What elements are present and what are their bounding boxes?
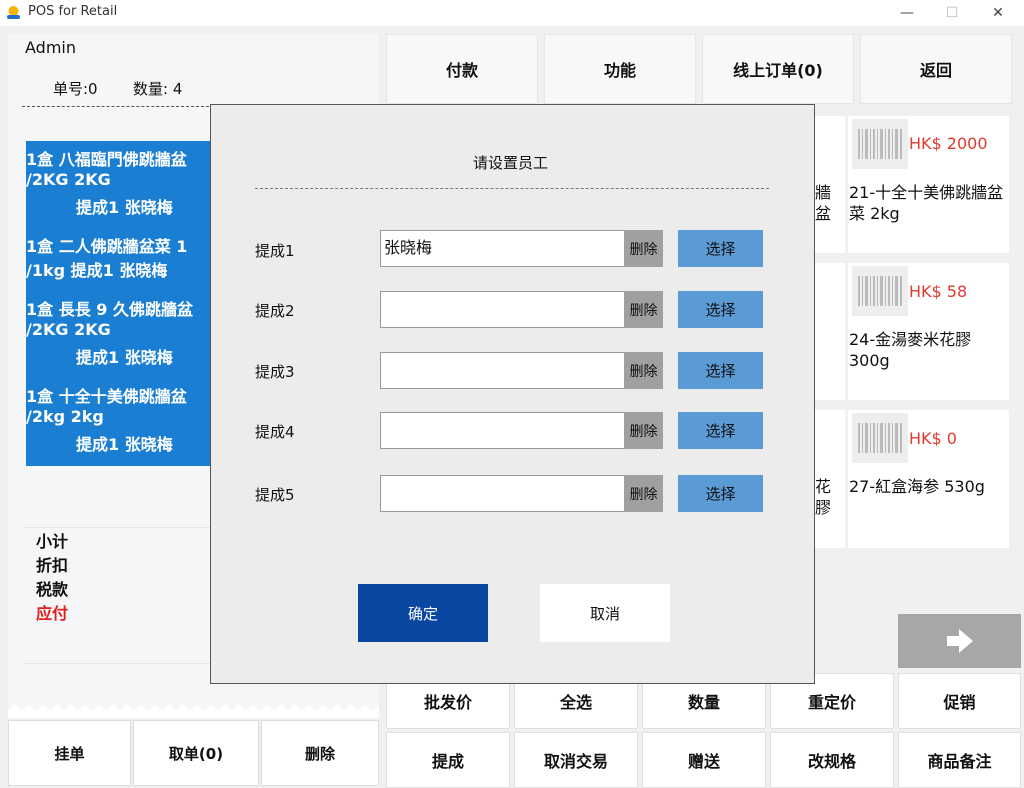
barcode-icon (852, 266, 908, 316)
next-page-button[interactable] (898, 614, 1021, 668)
commission-3-select-button[interactable]: 选择 (678, 352, 763, 389)
cancel-transaction-button[interactable]: 取消交易 (514, 732, 638, 788)
barcode-icon (852, 119, 908, 169)
dialog-title: 请设置员工 (473, 154, 549, 172)
item-line: /2KG 2KG (26, 170, 111, 189)
set-staff-dialog (210, 104, 815, 684)
commission-5-delete-button[interactable]: 删除 (624, 475, 663, 512)
product-name: 21-十全十美佛跳牆盆菜 2kg (849, 183, 1004, 223)
item-line: 提成1 张晓梅 (76, 348, 173, 367)
commission-button[interactable]: 提成 (386, 732, 510, 788)
product-name: 花膠 (815, 477, 832, 517)
gift-button[interactable]: 赠送 (642, 732, 766, 788)
retrieve-order-button[interactable]: 取单(0) (133, 720, 259, 786)
item-line: /1kg 提成1 张晓梅 (26, 261, 168, 280)
back-button[interactable]: 返回 (860, 34, 1012, 104)
item-line: 1盒 十全十美佛跳牆盆 (26, 387, 187, 406)
commission-5-input[interactable] (380, 475, 626, 512)
commission-3-input[interactable] (380, 352, 626, 389)
product-card-partial[interactable]: 花膠 (815, 410, 845, 548)
commission-1-delete-button[interactable]: 删除 (624, 230, 663, 267)
commission-1-label: 提成1 (255, 242, 295, 260)
order-items-list[interactable]: 1盒 八福臨門佛跳牆盆 /2KG 2KG 提成1 张晓梅 1盒 二人佛跳牆盆菜 … (26, 141, 216, 466)
commission-2-input[interactable] (380, 291, 626, 328)
arrow-right-icon (946, 629, 973, 653)
totals-summary: 小计 折扣 税款 应付 (36, 530, 68, 626)
commission-4-select-button[interactable]: 选择 (678, 412, 763, 449)
product-card-partial[interactable]: 牆盆 (815, 116, 845, 253)
product-name: 24-金湯麥米花膠 300g (849, 330, 972, 370)
pay-button[interactable]: 付款 (386, 34, 538, 104)
commission-5-select-button[interactable]: 选择 (678, 475, 763, 512)
product-card[interactable]: HK$ 0 27-紅盒海参 530g (848, 410, 1009, 548)
confirm-button[interactable]: 确定 (358, 584, 488, 642)
commission-1-input[interactable]: 张晓梅 (380, 230, 626, 267)
product-card-partial[interactable] (815, 263, 845, 400)
receipt-edge (8, 704, 379, 718)
item-line: 1盒 二人佛跳牆盆菜 1 (26, 237, 188, 256)
change-spec-button[interactable]: 改规格 (770, 732, 894, 788)
commission-4-input[interactable] (380, 412, 626, 449)
product-price: HK$ 0 (909, 429, 957, 448)
online-orders-button[interactable]: 线上订单(0) (702, 34, 854, 104)
product-name: 27-紅盒海参 530g (849, 477, 985, 496)
hold-order-button[interactable]: 挂单 (8, 720, 131, 786)
commission-2-label: 提成2 (255, 302, 295, 320)
commission-3-delete-button[interactable]: 删除 (624, 352, 663, 389)
close-button[interactable]: ✕ (983, 3, 1013, 23)
item-quantity: 数量: 4 (133, 80, 183, 98)
item-line: 提成1 张晓梅 (76, 198, 173, 217)
delete-button[interactable]: 删除 (261, 720, 379, 786)
payable-label: 应付 (36, 604, 69, 623)
commission-1-select-button[interactable]: 选择 (678, 230, 763, 267)
cancel-button[interactable]: 取消 (540, 584, 670, 642)
product-price: HK$ 58 (909, 282, 968, 301)
user-name: Admin (25, 38, 76, 57)
product-name: 牆盆 (815, 183, 832, 223)
order-number: 单号:0 (53, 80, 98, 98)
promotion-button[interactable]: 促销 (898, 673, 1021, 729)
minimize-button[interactable]: — (892, 3, 922, 23)
subtotal-label: 小计 (36, 532, 69, 551)
product-note-button[interactable]: 商品备注 (898, 732, 1021, 788)
item-line: 1盒 八福臨門佛跳牆盆 (26, 150, 187, 169)
commission-5-label: 提成5 (255, 486, 295, 504)
item-line: /2KG 2KG (26, 320, 111, 339)
commission-4-delete-button[interactable]: 删除 (624, 412, 663, 449)
item-line: 提成1 张晓梅 (76, 435, 173, 454)
commission-2-select-button[interactable]: 选择 (678, 291, 763, 328)
commission-3-label: 提成3 (255, 363, 295, 381)
item-line: 1盒 長長 9 久佛跳牆盆 (26, 300, 193, 319)
tax-label: 税款 (36, 580, 69, 599)
window-title: POS for Retail (28, 4, 118, 19)
divider (255, 188, 769, 189)
discount-label: 折扣 (36, 556, 69, 575)
commission-4-label: 提成4 (255, 423, 295, 441)
product-price: HK$ 2000 (909, 134, 988, 153)
title-bar (0, 0, 1024, 26)
commission-2-delete-button[interactable]: 删除 (624, 291, 663, 328)
product-card[interactable]: HK$ 58 24-金湯麥米花膠 300g (848, 263, 1009, 400)
app-logo-icon (7, 6, 20, 19)
item-line: /2kg 2kg (26, 407, 104, 426)
product-card[interactable]: HK$ 2000 21-十全十美佛跳牆盆菜 2kg (848, 116, 1009, 253)
barcode-icon (852, 413, 908, 463)
maximize-button[interactable]: ☐ (937, 3, 967, 23)
function-button[interactable]: 功能 (544, 34, 696, 104)
